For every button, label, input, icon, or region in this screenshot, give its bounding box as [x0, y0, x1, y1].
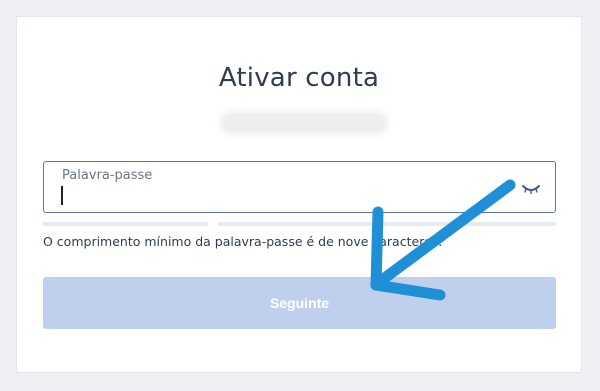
redacted-email — [223, 114, 385, 132]
next-button[interactable]: Seguinte — [43, 277, 556, 329]
eye-closed-icon[interactable] — [521, 182, 541, 195]
strength-meter-segment — [218, 222, 556, 226]
password-label: Palavra-passe — [62, 168, 153, 183]
page-title: Ativar conta — [218, 63, 380, 93]
password-input[interactable] — [60, 186, 500, 206]
text-caret — [61, 186, 63, 205]
activation-card: Ativar conta Palavra-passe O comprimento… — [16, 16, 582, 373]
password-hint: O comprimento mínimo da palavra-passe é … — [43, 234, 443, 249]
password-field[interactable]: Palavra-passe — [43, 161, 556, 213]
strength-meter-segment — [43, 222, 208, 226]
